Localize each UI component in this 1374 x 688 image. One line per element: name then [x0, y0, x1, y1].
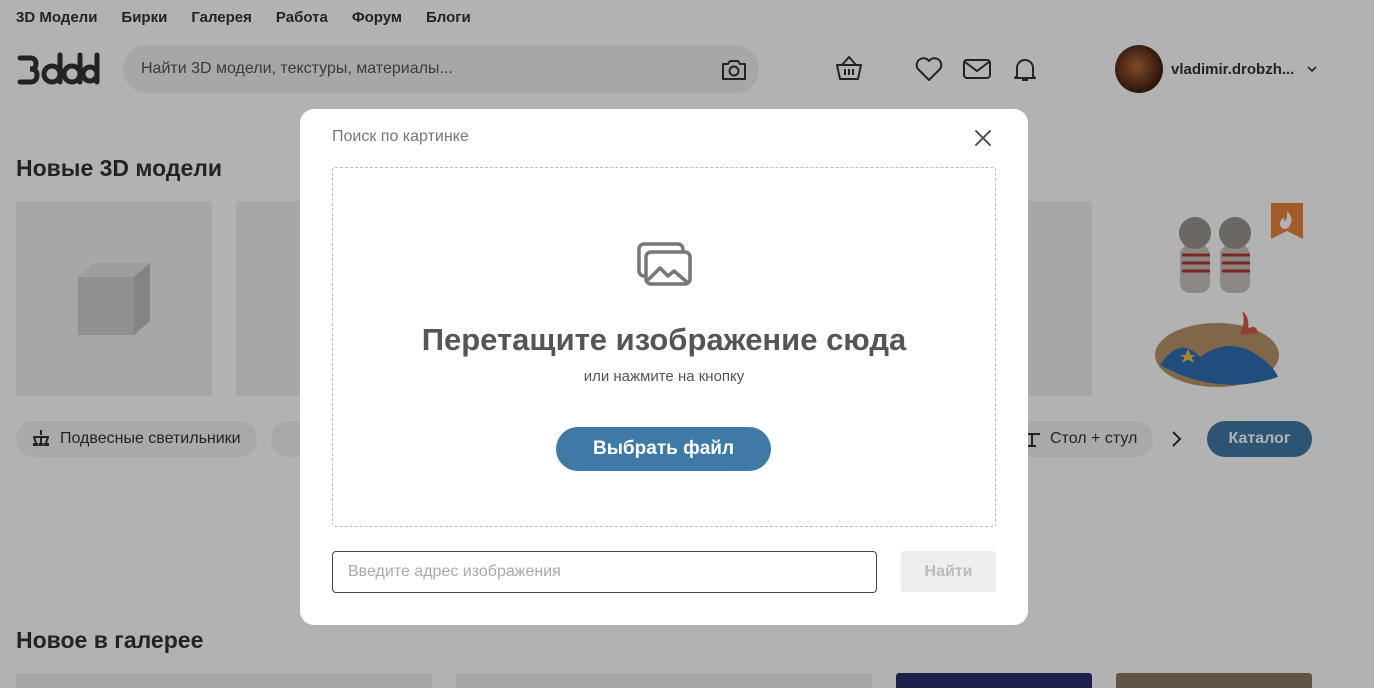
modal-title: Поиск по картинке: [332, 128, 469, 145]
dropzone-subtitle: или нажмите на кнопку: [583, 368, 745, 385]
images-icon: [637, 242, 692, 286]
find-button[interactable]: Найти: [901, 551, 996, 592]
dropzone-title: Перетащите изображение сюда: [421, 322, 907, 357]
image-dropzone[interactable]: Перетащите изображение сюда или нажмите …: [332, 167, 996, 527]
close-icon[interactable]: [974, 129, 992, 147]
choose-file-button[interactable]: Выбрать файл: [556, 427, 771, 471]
image-search-modal: Поиск по картинке Перетащите изображение…: [300, 109, 1028, 625]
image-url-input[interactable]: [332, 551, 877, 593]
